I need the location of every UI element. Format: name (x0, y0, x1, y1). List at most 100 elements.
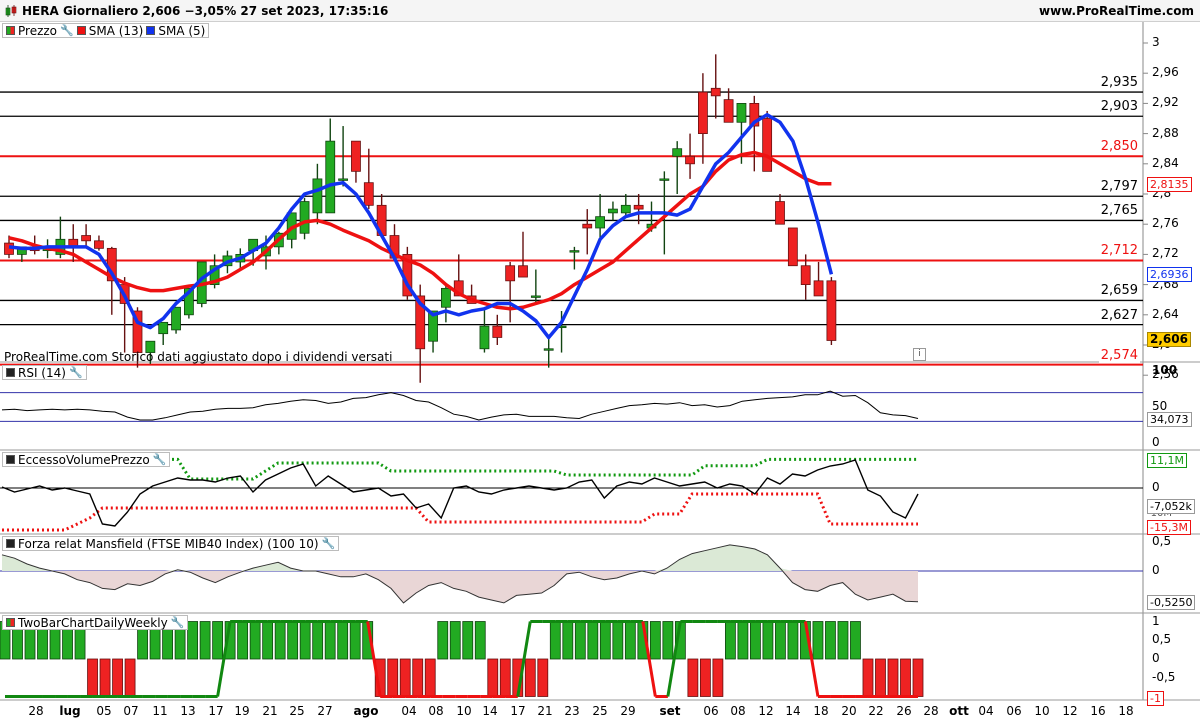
candle-body (363, 182, 374, 206)
twobar-bar (112, 658, 123, 697)
candle-body (171, 306, 181, 331)
x-axis-label: 22 (868, 704, 884, 718)
candle-body (736, 103, 747, 123)
rsi-tick-label: 100 (1152, 363, 1178, 377)
twobar-bar (499, 658, 511, 697)
candle-body (659, 178, 670, 181)
x-axis-label: 12 (758, 704, 774, 718)
twobar-bar (462, 621, 474, 660)
candle-body (595, 216, 605, 229)
twobar-bar (412, 658, 424, 697)
twobar-value-tag: -1 (1147, 690, 1164, 706)
candle-body (813, 280, 824, 297)
price-tick-label: 2,92 (1152, 95, 1179, 110)
twobar-bar (299, 621, 311, 660)
wrench-icon[interactable]: 🔧 (171, 616, 185, 629)
x-axis-label: 07 (123, 704, 139, 718)
twobar-bar (399, 658, 411, 697)
x-axis-label: 29 (620, 704, 636, 718)
price-legend: Prezzo 🔧 SMA (13) SMA (5) (2, 23, 210, 38)
evp-legend: EccessoVolumePrezzo 🔧 (2, 452, 171, 467)
wrench-icon[interactable]: 🔧 (69, 366, 83, 379)
candle-body (440, 287, 451, 308)
candle-body (81, 235, 91, 242)
twobar-bar (549, 621, 561, 660)
price-tick-label: 2,88 (1152, 125, 1179, 140)
x-axis-label: lug (59, 704, 81, 718)
twobar-bar (750, 621, 761, 660)
mansfield-tick-label: 0 (1152, 563, 1160, 577)
twobar-bar (612, 621, 624, 660)
candle-body (620, 204, 631, 214)
x-axis-label: ago (353, 704, 379, 718)
twobar-bar (337, 621, 349, 660)
candle-body (299, 201, 310, 234)
price-tick-label: 2,64 (1152, 306, 1179, 321)
candle-body (762, 118, 773, 172)
x-axis-label: 18 (813, 704, 829, 718)
twobar-bar (812, 621, 824, 660)
x-axis-label: ott (949, 704, 969, 718)
rsi-swatch (6, 368, 15, 377)
info-icon[interactable]: i (913, 348, 926, 361)
twobar-bar (324, 621, 336, 660)
candle-body (723, 99, 734, 123)
x-axis-label: 28 (28, 704, 44, 718)
level-label: 2,935 (1098, 75, 1140, 91)
x-axis-label: 19 (234, 704, 250, 718)
twobar-bar (487, 658, 499, 697)
twobar-bar (474, 621, 486, 660)
mansfield-value-tag: -0,5250 (1147, 594, 1196, 610)
twobar-bar (662, 621, 674, 660)
x-axis-label: 05 (96, 704, 112, 718)
wrench-icon[interactable]: 🔧 (60, 24, 74, 37)
x-axis-label: 06 (703, 704, 719, 718)
sma13-label: SMA (13) (88, 23, 144, 38)
twobar-bar (687, 658, 699, 697)
twobar-bar (737, 621, 749, 660)
candle-body (479, 325, 490, 350)
x-axis-label: 08 (428, 704, 444, 718)
candle-body (94, 240, 104, 249)
twobar-bar (787, 621, 799, 660)
x-axis-label: 12 (1062, 704, 1078, 718)
twobar-bar (537, 658, 549, 697)
candle-body (325, 140, 336, 214)
wrench-icon[interactable]: 🔧 (322, 537, 336, 550)
level-label: 2,712 (1098, 243, 1140, 259)
twobar-tick-label: 1 (1152, 613, 1160, 628)
level-label: 2,797 (1098, 179, 1140, 195)
twobar-swatch (6, 618, 15, 627)
level-label: 2,765 (1098, 203, 1140, 219)
twobar-bar (825, 621, 836, 660)
twobar-bar (99, 658, 111, 697)
twobar-bar (212, 621, 224, 660)
candle-body (338, 178, 349, 181)
twobar-tick-label: 0 (1152, 651, 1160, 665)
x-axis-label: 28 (923, 704, 939, 718)
wrench-icon[interactable]: 🔧 (153, 453, 167, 466)
x-axis-label: 08 (730, 704, 746, 718)
candle-body (582, 223, 593, 229)
x-axis-label: 11 (152, 704, 168, 718)
x-axis-label: 06 (1006, 704, 1022, 718)
twobar-bar (124, 658, 136, 697)
twobar-bar (87, 658, 98, 697)
x-axis-label: 25 (289, 704, 305, 718)
candle-body (530, 295, 541, 298)
price-tick-label: 2,72 (1152, 246, 1179, 261)
price-tick-label: 2,76 (1152, 216, 1179, 231)
x-axis-label: 13 (180, 704, 196, 718)
twobar-bar (862, 658, 874, 697)
twobar-bar (187, 621, 199, 660)
twobar-bar (524, 658, 536, 697)
twobar-bar (349, 621, 361, 660)
x-axis-label: 20 (841, 704, 857, 718)
x-axis-label: 17 (208, 704, 224, 718)
x-axis-label: 21 (262, 704, 278, 718)
x-axis-label: 10 (456, 704, 472, 718)
evp-tick-label: 0 (1152, 480, 1160, 494)
twobar-bar (712, 658, 724, 697)
twobar-bar (437, 621, 449, 660)
twobar-bar (887, 658, 899, 697)
